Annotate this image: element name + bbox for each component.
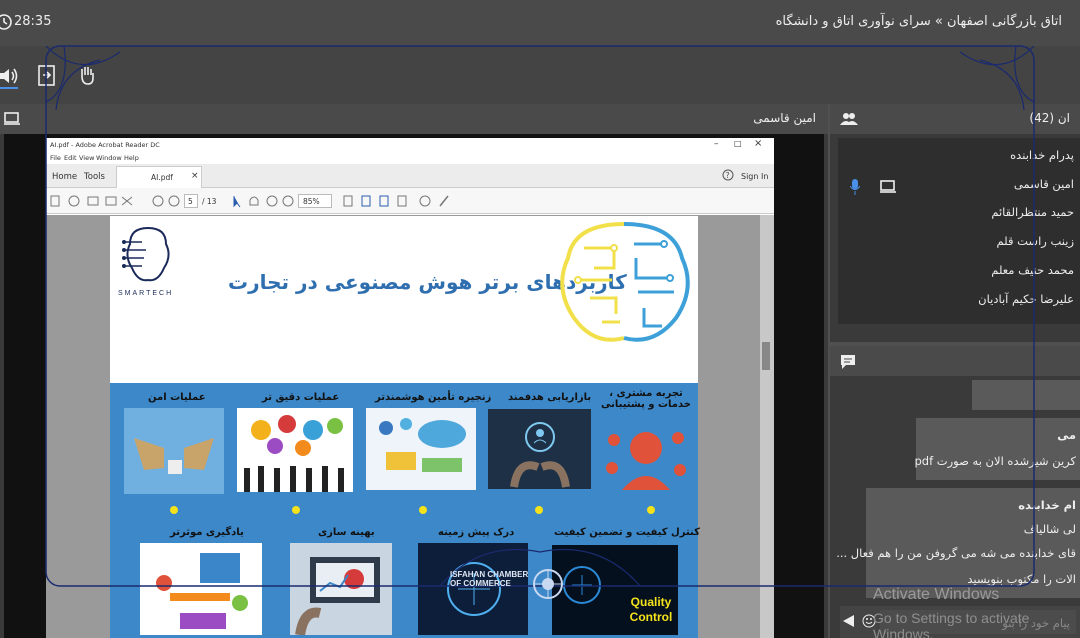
pdf-toolbar: 5 / 13 85% [46, 188, 774, 214]
chat-header [830, 346, 1080, 376]
bullet-dot [419, 506, 427, 514]
pdf-titlebar: AI.pdf - Adobe Acrobat Reader DC – □ × [46, 138, 774, 152]
screen-share-icon[interactable] [38, 65, 56, 87]
participant-row[interactable]: زینب راست قلم [997, 234, 1074, 248]
speaker-icon[interactable] [0, 66, 20, 86]
send-icon[interactable] [842, 614, 856, 628]
chat-message: ام خدابنده لی شالیاف قای خدابنده می شه م… [836, 488, 1080, 598]
menu-view[interactable]: View [79, 154, 94, 162]
raise-hand-icon[interactable] [78, 64, 96, 86]
label-supply-chain: زنجیره تأمین هوشمندتر [375, 392, 492, 403]
quality-control-caption: Quality Control [629, 595, 673, 624]
card-image-precise-ops [237, 408, 353, 492]
microphone-icon [850, 179, 860, 195]
zoom-select[interactable]: 85% [298, 194, 332, 208]
card-image-customer-experience [602, 420, 690, 490]
menu-file[interactable]: File [50, 154, 61, 162]
session-timer: 28:35 [14, 14, 52, 29]
label-targeted-marketing: بازاریابی هدفمند [508, 392, 592, 403]
presenting-monitor-icon [880, 180, 896, 193]
label-secure-ops: عملیات امن [148, 392, 206, 403]
activation-watermark-subtitle: Go to Settings to activate Windows. [873, 610, 1030, 638]
menu-window[interactable]: Window [96, 154, 122, 162]
card-image-targeted-marketing [488, 409, 591, 489]
pdf-tool-icons[interactable] [50, 194, 410, 210]
chat-bubble-icon [841, 355, 855, 369]
chamber-logo: ISFAHAN CHAMBER OF COMMERCE [450, 566, 610, 606]
bullet-dot [170, 506, 178, 514]
label-context-awareness: درک پیش زمینه [438, 527, 515, 538]
menu-help[interactable]: Help [124, 154, 139, 162]
pdf-tabbar: Home Tools AI.pdf × ? Sign In [46, 164, 774, 188]
help-icon[interactable]: ? [722, 169, 734, 181]
people-icon [840, 113, 858, 125]
chamber-logo-text: ISFAHAN CHAMBER OF COMMERCE [450, 570, 529, 588]
top-bar: 28:35 اتاق بازرگانی اصفهان » سرای نوآوری… [0, 0, 1080, 46]
participants-header: ان (42) [830, 104, 1080, 134]
tab-tools[interactable]: Tools [84, 172, 105, 182]
card-image-supply-chain [366, 408, 476, 490]
menu-edit[interactable]: Edit [64, 154, 77, 162]
card-image-learning [140, 543, 262, 635]
participant-row[interactable]: حمید منتظرالقائم [991, 205, 1074, 219]
meeting-title: اتاق بازرگانی اصفهان » سرای نوآوری اتاق … [775, 14, 1062, 29]
label-precise-ops: عملیات دقیق تر [262, 392, 340, 403]
page-total: / 13 [202, 197, 217, 206]
page-number-input[interactable]: 5 [184, 194, 198, 208]
minimize-icon[interactable]: – [714, 139, 719, 149]
bullet-dot [535, 506, 543, 514]
circuit-brain-graphic [560, 222, 690, 342]
tab-close-icon[interactable]: × [191, 171, 199, 181]
card-image-optimization [290, 543, 392, 636]
activation-watermark-title: Activate Windows [873, 586, 1000, 603]
presenter-name: امین قاسمی [753, 111, 816, 125]
participant-row[interactable]: محمد حنیف معلم [991, 263, 1074, 277]
tab-file-label: AI.pdf [151, 173, 173, 182]
card-image-secure-ops [124, 408, 224, 494]
label-customer-experience: تجربه مشتری ، خدمات و پشتیبانی [601, 388, 691, 410]
monitor-icon [4, 112, 20, 125]
tab-home[interactable]: Home [52, 172, 77, 182]
toolbar [0, 46, 1080, 104]
label-effective-learning: یادگیری موثرتر [170, 527, 244, 538]
comment-sign-icons[interactable] [418, 194, 458, 210]
maximize-icon[interactable]: □ [734, 139, 742, 148]
participant-row[interactable]: علیرضا حکیم آبادیان [978, 292, 1074, 306]
close-window-icon[interactable]: × [754, 138, 762, 149]
pdf-scrollbar[interactable] [760, 215, 774, 638]
smartech-brain-logo [122, 227, 170, 282]
bullet-dot [647, 506, 655, 514]
participants-count: ان (42) [1029, 111, 1070, 125]
sign-in-link[interactable]: Sign In [741, 172, 768, 181]
tab-file[interactable]: AI.pdf × [116, 166, 202, 188]
participants-list[interactable]: پدرام خدابنده امین قاسمی حمید منتظرالقائ… [838, 138, 1080, 324]
pdf-menubar: File Edit View Window Help [46, 152, 774, 164]
label-quality-control: کنترل کیفیت و تضمین کیفیت [554, 527, 700, 538]
participant-row[interactable]: پدرام خدابنده [1010, 148, 1074, 162]
chat-message [972, 380, 1080, 410]
bullet-dot [292, 506, 300, 514]
pdf-window-title: AI.pdf - Adobe Acrobat Reader DC [50, 141, 160, 149]
speaker-active-indicator [0, 87, 18, 89]
clock-icon [0, 14, 12, 30]
participant-row[interactable]: امین قاسمی [1014, 177, 1074, 191]
stage-header: امین قاسمی [0, 104, 828, 134]
label-optimization: بهینه سازی [318, 527, 375, 538]
smartech-logo-text: SMARTECH [118, 290, 174, 297]
chat-message: می کرین شیرشده الان به صورت pdf [914, 418, 1080, 480]
pdf-scroll-thumb[interactable] [762, 342, 770, 370]
svg-text:?: ? [726, 171, 730, 180]
